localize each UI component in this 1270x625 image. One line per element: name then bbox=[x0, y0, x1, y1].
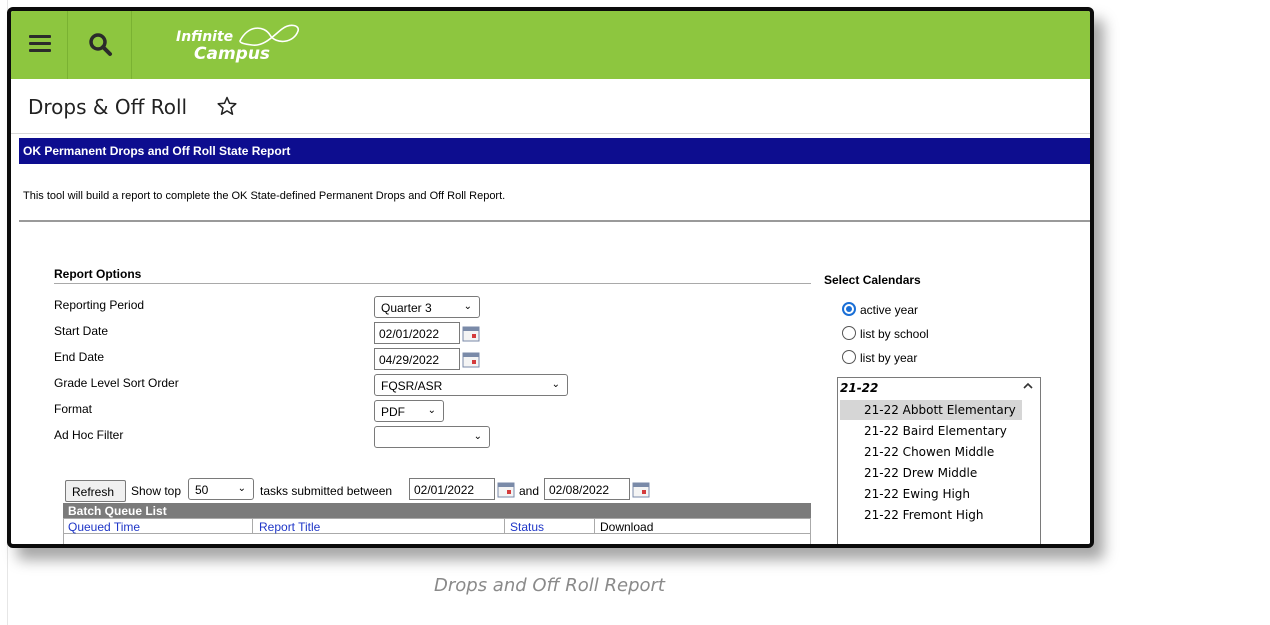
calendar-item[interactable]: 21-22 Drew Middle bbox=[840, 463, 1022, 483]
chevron-down-icon: ⌄ bbox=[473, 431, 482, 442]
calendar-icon[interactable] bbox=[497, 482, 515, 498]
calendar-icon[interactable] bbox=[462, 352, 480, 368]
format-label: Format bbox=[54, 402, 93, 416]
report-description: This tool will build a report to complet… bbox=[23, 190, 506, 202]
logo-swoosh-icon bbox=[239, 24, 300, 46]
scroll-up-icon[interactable] bbox=[1022, 380, 1034, 392]
calendar-icon[interactable] bbox=[462, 326, 480, 342]
and-label: and bbox=[519, 484, 540, 498]
logo-text-top: Infinite bbox=[176, 29, 234, 45]
batch-to-date-input[interactable]: 02/08/2022 bbox=[544, 478, 630, 500]
batch-to-date-value: 02/08/2022 bbox=[549, 483, 610, 497]
refresh-button[interactable]: Refresh bbox=[65, 480, 126, 502]
select-calendars-title: Select Calendars bbox=[824, 273, 921, 287]
top-navigation-bar: Infinite Campus bbox=[11, 11, 1090, 79]
menu-icon[interactable] bbox=[29, 35, 51, 53]
reporting-period-value: Quarter 3 bbox=[381, 301, 432, 315]
radio-unselected-icon bbox=[842, 350, 856, 364]
reporting-period-select[interactable]: Quarter 3 ⌄ bbox=[374, 296, 480, 318]
show-top-label: Show top bbox=[131, 484, 182, 498]
report-options-title: Report Options bbox=[54, 267, 142, 281]
calendar-item[interactable]: 21-22 Chowen Middle bbox=[840, 442, 1022, 462]
search-icon[interactable] bbox=[87, 31, 113, 57]
calendar-group-label: 21-22 bbox=[840, 381, 879, 395]
radio-label: list by school bbox=[860, 327, 929, 341]
reporting-period-label: Reporting Period bbox=[54, 298, 145, 312]
report-description-box: This tool will build a report to complet… bbox=[19, 164, 1090, 222]
chevron-down-icon: ⌄ bbox=[427, 405, 436, 416]
radio-selected-icon bbox=[842, 302, 856, 316]
radio-label: active year bbox=[860, 303, 919, 317]
show-top-select[interactable]: 50 ⌄ bbox=[188, 478, 254, 500]
col-status[interactable]: Status bbox=[510, 520, 544, 534]
start-date-value: 02/01/2022 bbox=[379, 327, 440, 341]
calendar-item[interactable]: 21-22 Abbott Elementary bbox=[840, 400, 1022, 420]
column-separator bbox=[504, 519, 505, 535]
batch-queue-title: Batch Queue List bbox=[63, 503, 811, 518]
grade-sort-label: Grade Level Sort Order bbox=[54, 376, 179, 390]
calendar-item[interactable]: 21-22 Fremont High bbox=[840, 505, 1022, 525]
figure-caption: Drops and Off Roll Report bbox=[434, 575, 665, 596]
report-content: OK Permanent Drops and Off Roll State Re… bbox=[16, 136, 1090, 544]
chevron-down-icon: ⌄ bbox=[237, 483, 246, 494]
radio-unselected-icon bbox=[842, 326, 856, 340]
batch-from-date-value: 02/01/2022 bbox=[414, 483, 475, 497]
batch-from-date-input[interactable]: 02/01/2022 bbox=[409, 478, 495, 500]
batch-queue-body bbox=[63, 534, 811, 544]
chevron-down-icon: ⌄ bbox=[551, 379, 560, 390]
start-date-label: Start Date bbox=[54, 324, 109, 338]
section-divider bbox=[54, 283, 811, 284]
adhoc-filter-label: Ad Hoc Filter bbox=[54, 428, 124, 442]
calendar-listbox[interactable]: 21-22 21-22 Abbott Elementary 21-22 Bair… bbox=[837, 377, 1041, 544]
report-header: OK Permanent Drops and Off Roll State Re… bbox=[19, 138, 1090, 164]
end-date-value: 04/29/2022 bbox=[379, 353, 440, 367]
calendar-item[interactable]: 21-22 Baird Elementary bbox=[840, 421, 1022, 441]
infinite-campus-logo: Infinite Campus bbox=[176, 23, 306, 67]
format-value: PDF bbox=[381, 405, 405, 419]
nav-divider bbox=[131, 11, 132, 79]
calendar-item[interactable]: 21-22 Ewing High bbox=[840, 484, 1022, 504]
column-separator bbox=[594, 519, 595, 535]
page-title: Drops & Off Roll bbox=[28, 95, 188, 119]
show-top-value: 50 bbox=[195, 483, 209, 497]
end-date-input[interactable]: 04/29/2022 bbox=[374, 348, 460, 370]
col-download: Download bbox=[600, 520, 654, 534]
calendar-icon[interactable] bbox=[632, 482, 650, 498]
end-date-label: End Date bbox=[54, 350, 105, 364]
batch-queue-columns: Queued Time Report Title Status Download bbox=[63, 518, 811, 535]
start-date-input[interactable]: 02/01/2022 bbox=[374, 322, 460, 344]
grade-sort-select[interactable]: FQSR/ASR ⌄ bbox=[374, 374, 568, 396]
chevron-down-icon: ⌄ bbox=[463, 301, 472, 312]
nav-divider bbox=[67, 11, 68, 79]
adhoc-filter-select[interactable]: ⌄ bbox=[374, 426, 490, 448]
col-report-title[interactable]: Report Title bbox=[259, 520, 320, 534]
tasks-between-label: tasks submitted between bbox=[260, 484, 393, 498]
favorite-star-icon[interactable] bbox=[217, 96, 237, 116]
column-separator bbox=[252, 519, 253, 535]
radio-label: list by year bbox=[860, 351, 918, 365]
col-queued-time[interactable]: Queued Time bbox=[68, 520, 140, 534]
grade-sort-value: FQSR/ASR bbox=[381, 379, 443, 393]
format-select[interactable]: PDF ⌄ bbox=[374, 400, 444, 422]
page-title-bar: Drops & Off Roll bbox=[11, 79, 1090, 134]
screenshot-frame: Infinite Campus Drops & Off Roll OK Perm… bbox=[7, 7, 1094, 548]
